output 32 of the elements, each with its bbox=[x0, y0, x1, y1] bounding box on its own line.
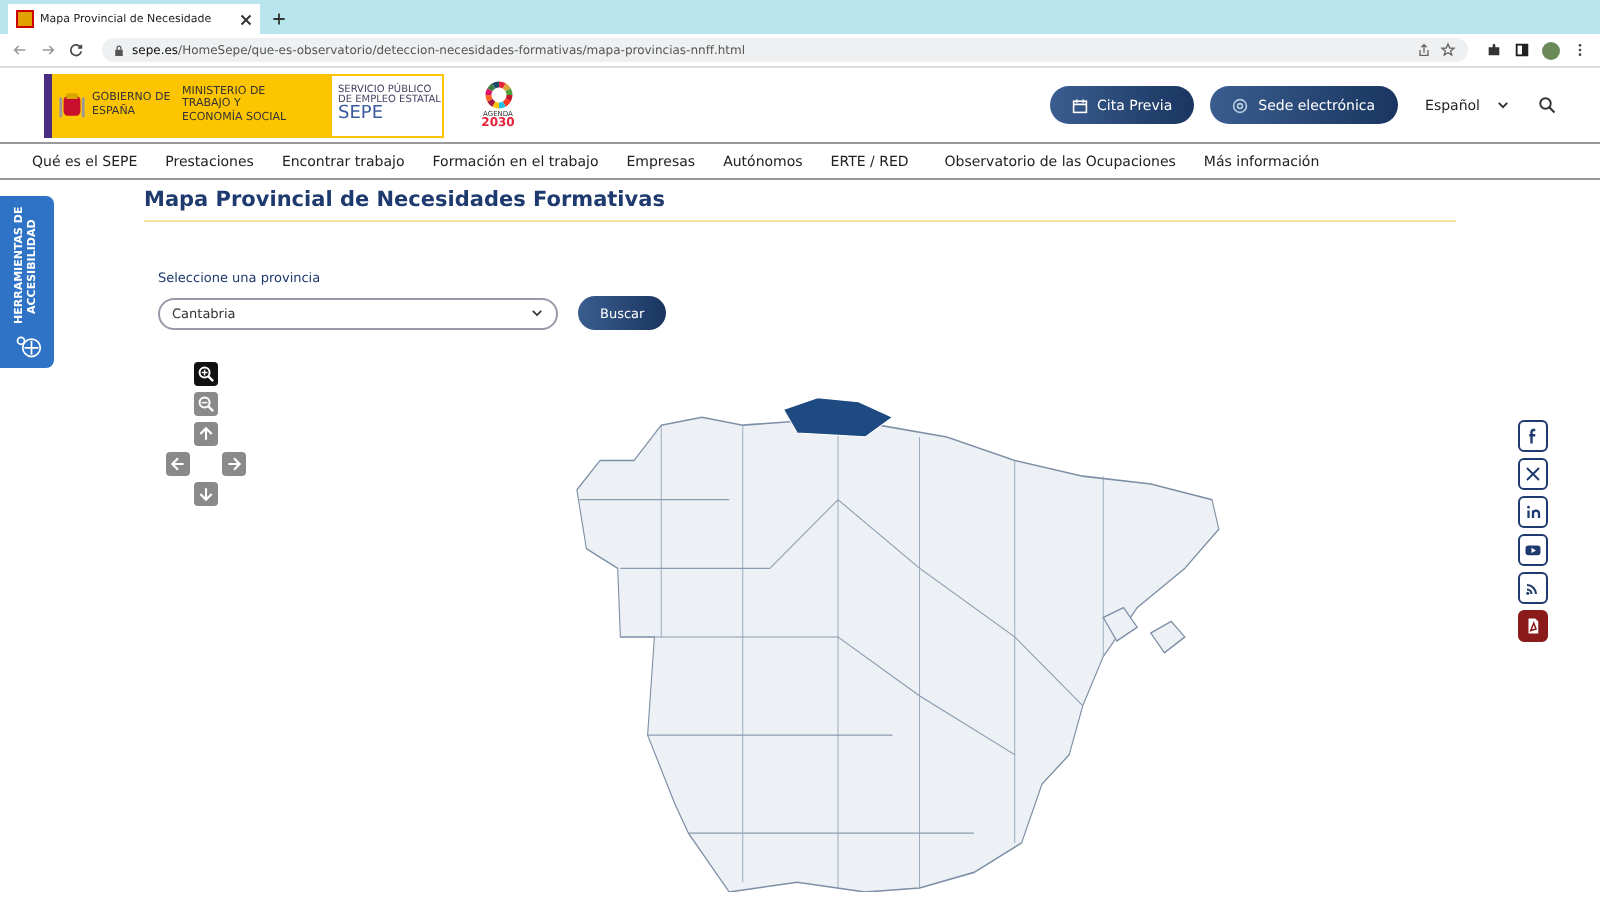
linkedin-icon[interactable] bbox=[1518, 496, 1548, 528]
chevron-down-icon[interactable] bbox=[1496, 98, 1510, 112]
reload-icon[interactable] bbox=[68, 42, 84, 58]
calendar-icon bbox=[1071, 97, 1088, 113]
accessibility-icon bbox=[13, 332, 41, 360]
pan-button[interactable] bbox=[222, 452, 246, 476]
pdf-icon[interactable] bbox=[1518, 610, 1548, 642]
favicon-icon bbox=[16, 10, 34, 28]
pan-button[interactable] bbox=[194, 422, 218, 446]
puzzle-icon[interactable] bbox=[1486, 42, 1502, 58]
pan-button[interactable] bbox=[166, 452, 190, 476]
coat-of-arms-icon bbox=[58, 89, 86, 121]
profile-avatar[interactable] bbox=[1542, 41, 1560, 59]
star-icon[interactable] bbox=[1440, 42, 1456, 58]
new-tab-icon[interactable] bbox=[272, 12, 286, 26]
back-icon[interactable] bbox=[12, 42, 28, 58]
close-icon[interactable] bbox=[240, 13, 252, 25]
page-title: Mapa Provincial de Necesidades Formativas bbox=[144, 188, 1456, 222]
lock-icon bbox=[114, 43, 124, 57]
forward-icon[interactable] bbox=[40, 42, 56, 58]
facebook-icon[interactable] bbox=[1518, 420, 1548, 452]
youtube-icon[interactable] bbox=[1518, 534, 1548, 566]
chevron-down-icon bbox=[530, 306, 544, 320]
sidebar-icon[interactable] bbox=[1514, 42, 1530, 58]
share-icon[interactable] bbox=[1416, 42, 1432, 58]
x-icon[interactable] bbox=[1518, 458, 1548, 490]
rss-icon[interactable] bbox=[1518, 572, 1548, 604]
pan-button[interactable] bbox=[194, 482, 218, 506]
zoom-in-button[interactable] bbox=[194, 362, 218, 386]
logo-text: SEPE bbox=[338, 106, 386, 125]
wheel-icon bbox=[483, 80, 513, 110]
search-icon[interactable] bbox=[1538, 96, 1556, 114]
